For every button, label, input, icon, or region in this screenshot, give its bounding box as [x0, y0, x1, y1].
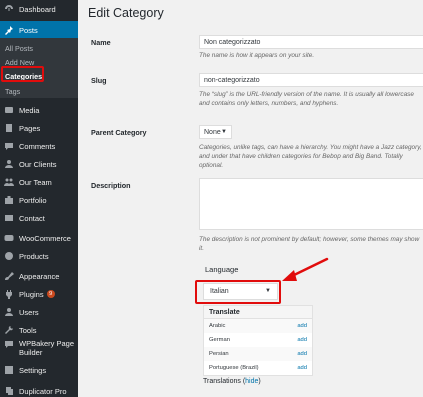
name-label: Name	[91, 38, 111, 47]
menu-wpbakery[interactable]: WPBakery Page Builder	[0, 337, 78, 363]
menu-duplicator[interactable]: Duplicator Pro	[0, 382, 78, 397]
translate-row: German add	[204, 333, 312, 347]
team-icon	[4, 177, 14, 187]
menu-label: Media	[19, 105, 40, 115]
slug-description: The “slug” is the URL-friendly version o…	[199, 91, 414, 107]
admin-sidebar: Dashboard Posts All Posts Add New Catego…	[0, 0, 78, 397]
menu-label: Tools	[19, 325, 37, 335]
menu-label: Settings	[19, 365, 47, 375]
translate-row: Portuguese (Brazil) add	[204, 361, 312, 375]
menu-label: WPBakery Page Builder	[19, 339, 75, 357]
translate-row: Persian add	[204, 347, 312, 361]
menu-media[interactable]: Media	[0, 101, 78, 119]
translate-language: German	[209, 337, 230, 343]
menu-label: Posts	[19, 25, 38, 35]
media-icon	[4, 105, 14, 115]
update-count-badge: 9	[46, 290, 55, 298]
menu-label: Portfolio	[19, 195, 47, 205]
translate-language: Portuguese (Brazil)	[209, 365, 259, 371]
add-translation-link[interactable]: add	[297, 337, 307, 343]
menu-our-clients[interactable]: Our Clients	[0, 155, 78, 173]
menu-our-team[interactable]: Our Team	[0, 173, 78, 191]
page-title: Edit Category	[88, 6, 164, 20]
translations-toggle: Translations (hide)	[203, 378, 261, 385]
menu-appearance[interactable]: Appearance	[0, 267, 78, 285]
translate-header: Translate	[204, 306, 312, 319]
parent-category-label: Parent Category	[91, 128, 147, 137]
menu-pages[interactable]: Pages	[0, 119, 78, 137]
translations-label: Translations	[203, 378, 241, 385]
menu-label: Users	[19, 307, 39, 317]
menu-label: Products	[19, 251, 49, 261]
portfolio-icon	[4, 195, 14, 205]
parent-description: Categories, unlike tags, can have a hier…	[199, 144, 422, 169]
mail-icon	[4, 213, 14, 223]
menu-label: Appearance	[19, 271, 60, 281]
menu-label: Plugins	[19, 289, 44, 299]
woocommerce-icon	[4, 233, 14, 243]
products-icon	[4, 251, 14, 261]
menu-label: Our Clients	[19, 159, 57, 169]
add-translation-link[interactable]: add	[297, 365, 307, 371]
add-translation-link[interactable]: add	[297, 351, 307, 357]
menu-contact[interactable]: Contact	[0, 209, 78, 227]
translate-row: Arabic add	[204, 319, 312, 333]
menu-portfolio[interactable]: Portfolio	[0, 191, 78, 209]
plug-icon	[4, 289, 14, 299]
slug-input[interactable]: non-categorizzato	[199, 73, 423, 87]
wrench-icon	[4, 325, 14, 335]
menu-label: Dashboard	[19, 4, 56, 14]
users-icon	[4, 307, 14, 317]
menu-products[interactable]: Products	[0, 247, 78, 265]
translate-language: Persian	[209, 351, 229, 357]
slug-label: Slug	[91, 76, 107, 85]
description-textarea[interactable]	[199, 178, 423, 230]
description-label: Description	[91, 181, 131, 190]
categories-highlight	[1, 66, 44, 82]
comments-icon	[4, 141, 14, 151]
translate-rows: Arabic add German add Persian add Portugues…	[204, 319, 312, 375]
submenu-tags[interactable]: Tags	[5, 87, 20, 96]
menu-label: Contact	[19, 213, 45, 223]
wpbakery-icon	[4, 339, 14, 349]
chevron-down-icon: ▼	[221, 129, 227, 135]
description-help: The description is not prominent by defa…	[199, 236, 420, 252]
dashboard-icon	[4, 4, 14, 14]
menu-woocommerce[interactable]: WooCommerce	[0, 229, 78, 247]
menu-posts[interactable]: Posts	[0, 21, 78, 39]
menu-label: WooCommerce	[19, 233, 71, 243]
menu-plugins[interactable]: Plugins 9	[0, 285, 78, 303]
submenu-all-posts[interactable]: All Posts	[5, 44, 33, 53]
brush-icon	[4, 271, 14, 281]
clients-icon	[4, 159, 14, 169]
language-label: Language	[205, 265, 239, 274]
settings-icon	[4, 365, 14, 375]
menu-settings[interactable]: Settings	[0, 361, 78, 379]
menu-label: Comments	[19, 141, 56, 151]
parent-category-select[interactable]: None ▼	[199, 125, 232, 139]
menu-comments[interactable]: Comments	[0, 137, 78, 155]
translate-table: Translate Arabic add German add Persian add…	[203, 305, 313, 376]
pin-icon	[4, 25, 14, 35]
name-input[interactable]: Non categorizzato	[199, 35, 423, 49]
menu-users[interactable]: Users	[0, 303, 78, 321]
menu-label: Duplicator Pro	[19, 386, 67, 396]
menu-label: Pages	[19, 123, 41, 133]
menu-dashboard[interactable]: Dashboard	[0, 0, 78, 18]
hide-translations-link[interactable]: hide	[245, 378, 258, 385]
duplicator-icon	[4, 386, 14, 396]
language-highlight	[195, 280, 281, 304]
menu-label: Our Team	[19, 177, 52, 187]
name-description: The name is how it appears on your site.	[199, 52, 315, 59]
parent-category-value: None	[204, 129, 221, 136]
add-translation-link[interactable]: add	[297, 323, 307, 329]
translate-language: Arabic	[209, 323, 226, 329]
pages-icon	[4, 123, 14, 133]
main-content: Edit Category Name Non categorizzato The…	[78, 0, 423, 397]
